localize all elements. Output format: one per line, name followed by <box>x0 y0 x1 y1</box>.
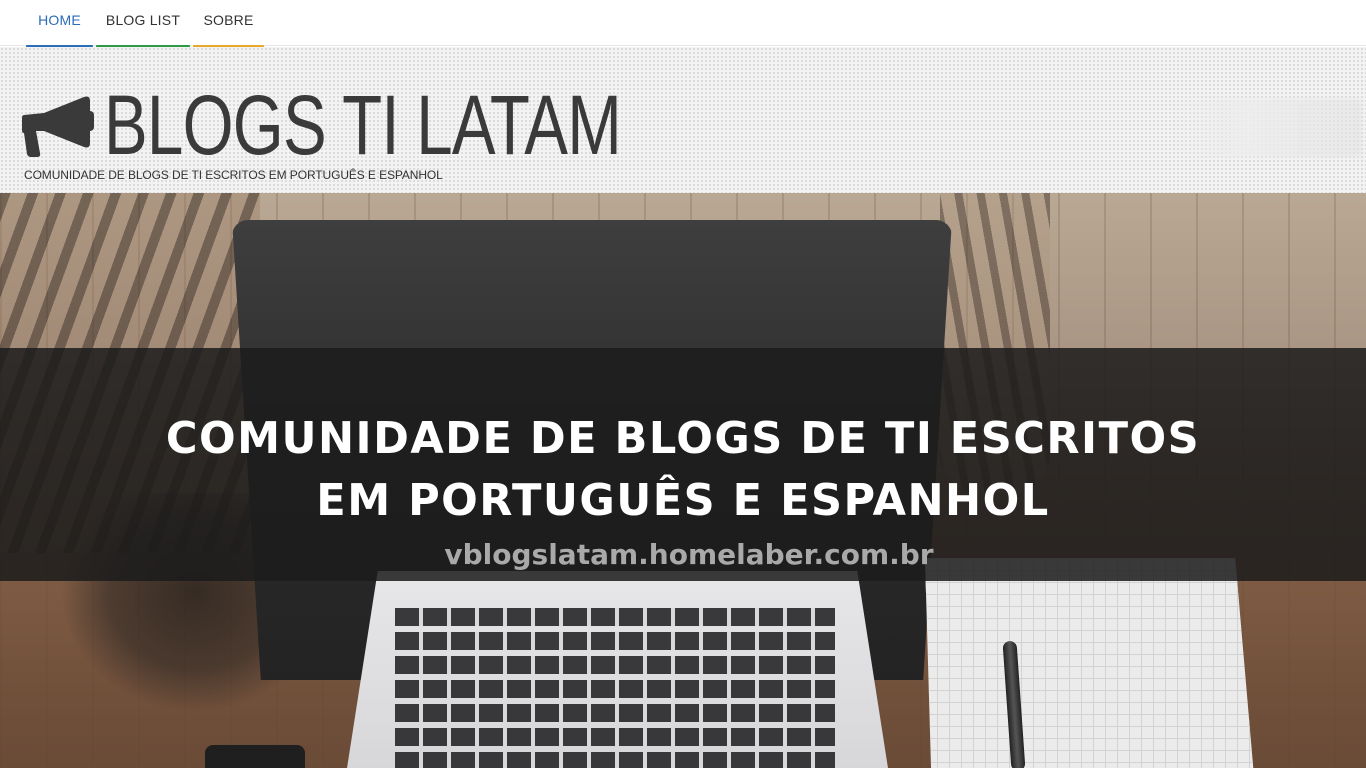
nav-item-blog-list[interactable]: BLOG LIST <box>96 0 190 49</box>
nav-item-label: BLOG LIST <box>105 12 181 28</box>
hero-headline: COMUNIDADE DE BLOGS DE TI ESCRITOS EM PO… <box>14 408 1353 532</box>
hero-image-notebook <box>925 558 1255 768</box>
hero-headline-line: EM PORTUGUÊS E ESPANHOL <box>316 475 1050 526</box>
nav-item-label: SOBRE <box>203 12 254 28</box>
nav-item-label: HOME <box>38 12 81 28</box>
site-subtitle: COMUNIDADE DE BLOGS DE TI ESCRITOS EM PO… <box>24 168 443 182</box>
hero-image-keyboard <box>395 608 835 768</box>
hero-url[interactable]: vblogslatam.homelaber.com.br <box>0 538 1366 572</box>
top-nav: HOME BLOG LIST SOBRE <box>0 0 1366 49</box>
hero-image-phone <box>205 745 305 768</box>
logo-text: BLOGS TI LATAM <box>104 78 622 172</box>
hero-caption: COMUNIDADE DE BLOGS DE TI ESCRITOS EM PO… <box>0 348 1366 581</box>
nav-item-sobre[interactable]: SOBRE <box>193 0 264 49</box>
site-header: BLOGS TI LATAM COMUNIDADE DE BLOGS DE TI… <box>0 47 1366 193</box>
megaphone-icon <box>22 96 94 157</box>
hero-banner: COMUNIDADE DE BLOGS DE TI ESCRITOS EM PO… <box>0 193 1366 768</box>
site-logo[interactable]: BLOGS TI LATAM COMUNIDADE DE BLOGS DE TI… <box>22 79 622 187</box>
header-decoration <box>1172 99 1362 157</box>
hero-headline-line: COMUNIDADE DE BLOGS DE TI ESCRITOS <box>165 413 1201 464</box>
nav-item-home[interactable]: HOME <box>26 0 93 49</box>
